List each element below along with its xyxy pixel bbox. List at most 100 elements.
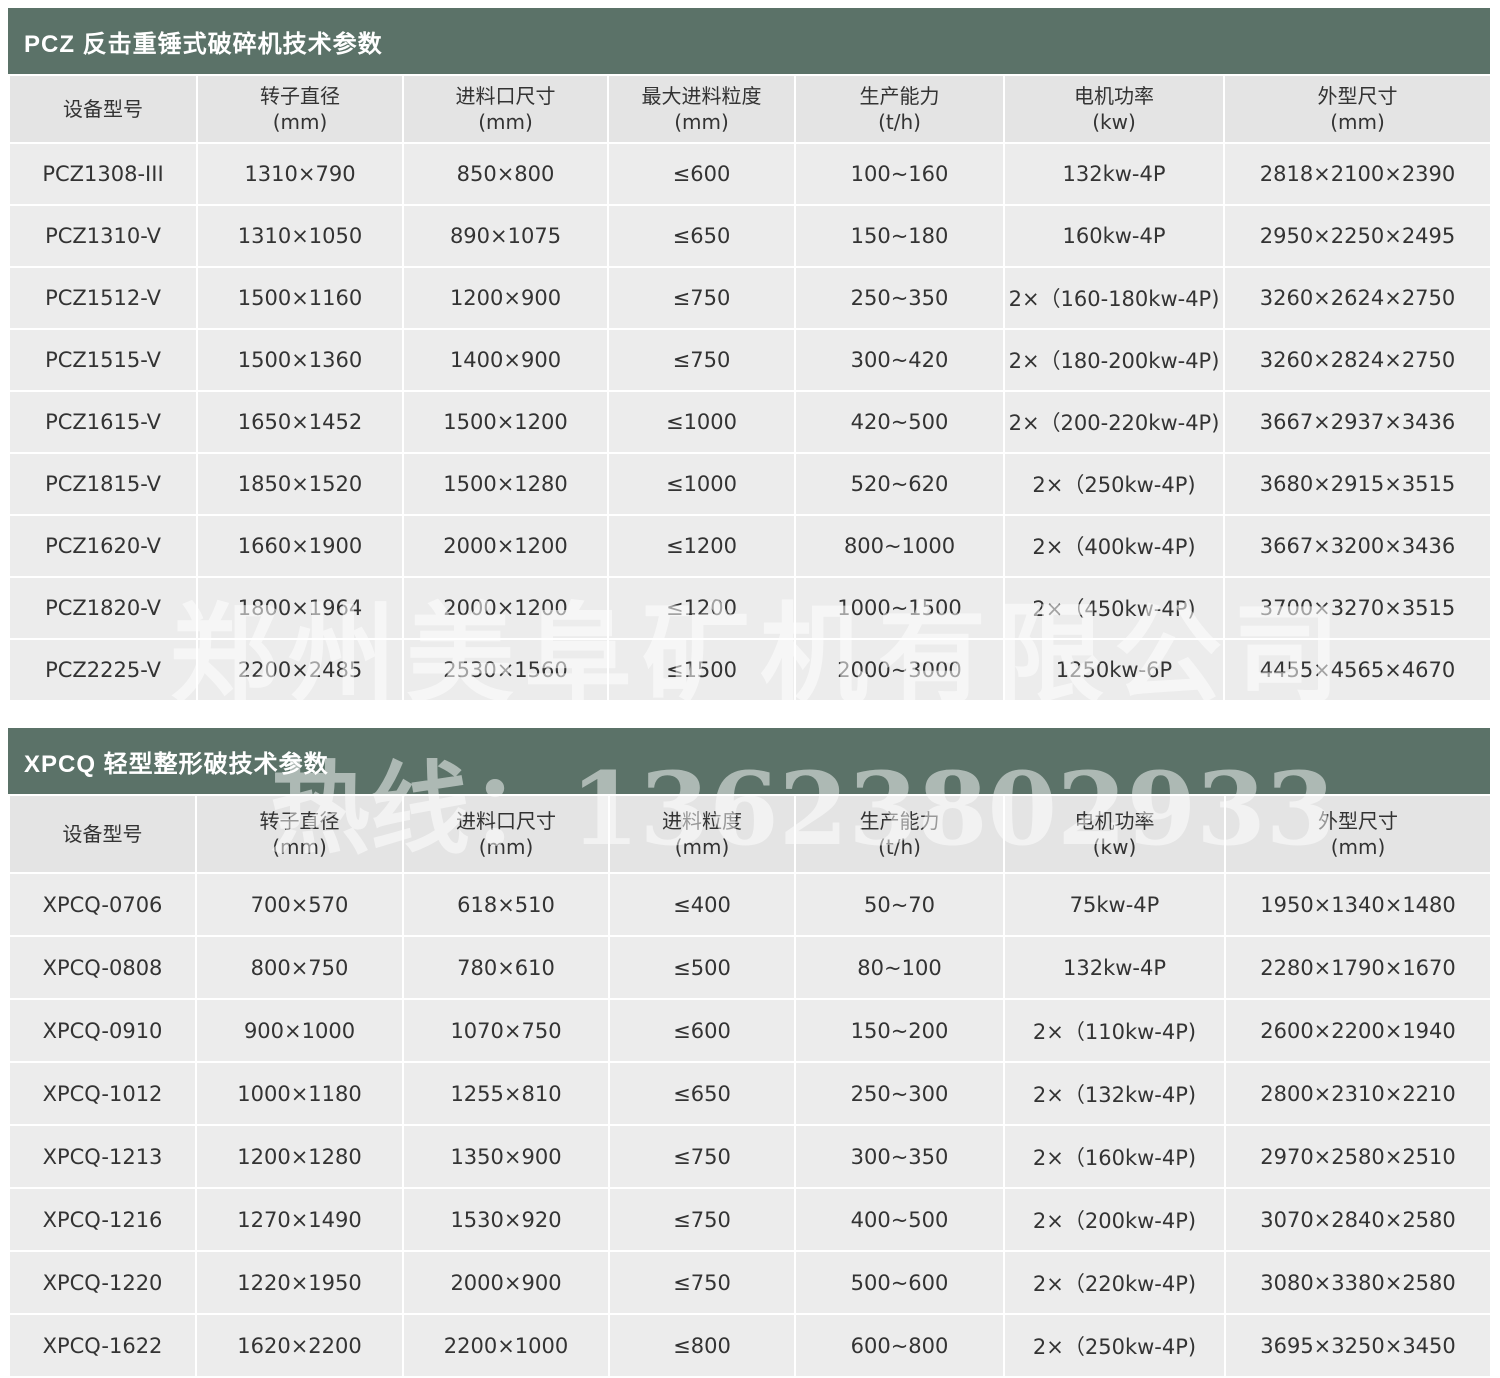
table-row: PCZ1308-III 1310×790 850×800 ≤600 100~160 132…: [8, 142, 1492, 206]
spec-cell: 3080×3380×2580: [1224, 1250, 1492, 1315]
spec-cell: ≤650: [607, 204, 796, 268]
spec-cell: 2000~3000: [794, 638, 1005, 702]
spec-cell: 4455×4565×4670: [1223, 638, 1492, 702]
spec-cell: ≤1200: [607, 576, 796, 640]
spec-cell: 2×（200kw-4P): [1003, 1187, 1226, 1252]
spec-cell: 75kw-4P: [1003, 872, 1226, 937]
model-cell: XPCQ-0910: [8, 998, 197, 1063]
spec-cell: 132kw-4P: [1003, 935, 1226, 1000]
column-header: 生产能力 (t/h): [794, 794, 1005, 874]
model-cell: XPCQ-1213: [8, 1124, 197, 1189]
spec-cell: 1400×900: [402, 328, 609, 392]
table-header-row: 设备型号 转子直径 (mm) 进料口尺寸 (mm) 最大进料粒度 (mm) 生产能力 (t/h)…: [8, 74, 1492, 144]
spec-cell: ≤750: [607, 328, 796, 392]
table-row: PCZ1512-V 1500×1160 1200×900 ≤750 250~350 2×（…: [8, 266, 1492, 330]
spec-cell: ≤1000: [607, 390, 796, 454]
spec-cell: 1310×790: [196, 142, 404, 206]
spec-cell: 3260×2824×2750: [1223, 328, 1492, 392]
table-header-row: 设备型号 转子直径 (mm) 进料口尺寸 (mm) 进料粒度 (mm) 生产能力 (t/h) 电机…: [8, 794, 1492, 874]
table-row: XPCQ-0910 900×1000 1070×750 ≤600 150~200 2×（1…: [8, 998, 1492, 1063]
spec-cell: 2×（160-180kw-4P): [1003, 266, 1225, 330]
column-header: 最大进料粒度 (mm): [607, 74, 796, 144]
spec-cell: 500~600: [794, 1250, 1005, 1315]
spec-cell: 2800×2310×2210: [1224, 1061, 1492, 1126]
spec-cell: 250~350: [794, 266, 1005, 330]
column-header-name: 外型尺寸: [1317, 84, 1398, 108]
column-header-unit: (mm): [478, 110, 533, 134]
spec-cell: 1850×1520: [196, 452, 404, 516]
spec-cell: 1070×750: [402, 998, 610, 1063]
table-row: PCZ1515-V 1500×1360 1400×900 ≤750 300~420 2×（…: [8, 328, 1492, 392]
spec-cell: 420~500: [794, 390, 1005, 454]
table-row: XPCQ-0808 800×750 780×610 ≤500 80~100 132kw-4…: [8, 935, 1492, 1000]
column-header-unit: (t/h): [878, 835, 921, 859]
table-row: PCZ1815-V 1850×1520 1500×1280 ≤1000 520~620 2…: [8, 452, 1492, 516]
spec-cell: ≤1200: [607, 514, 796, 578]
spec-cell: ≤1500: [607, 638, 796, 702]
model-cell: XPCQ-0706: [8, 872, 197, 937]
spec-cell: ≤750: [607, 266, 796, 330]
spec-cell: 1530×920: [402, 1187, 610, 1252]
table-row: PCZ2225-V 2200×2485 2530×1560 ≤1500 2000~300…: [8, 638, 1492, 702]
spec-cell: 2000×1200: [402, 576, 609, 640]
spec-cell: ≤1000: [607, 452, 796, 516]
column-header: 转子直径 (mm): [196, 74, 404, 144]
spec-cell: 250~300: [794, 1061, 1005, 1126]
column-header-unit: (mm): [478, 835, 534, 859]
spec-cell: 1660×1900: [196, 514, 404, 578]
spec-cell: 890×1075: [402, 204, 609, 268]
spec-cell: 300~420: [794, 328, 1005, 392]
spec-cell: 2×（132kw-4P): [1003, 1061, 1226, 1126]
model-cell: PCZ1820-V: [8, 576, 198, 640]
spec-cell: 300~350: [794, 1124, 1005, 1189]
model-cell: XPCQ-0808: [8, 935, 197, 1000]
spec-cell: 800~1000: [794, 514, 1005, 578]
model-cell: XPCQ-1622: [8, 1313, 197, 1378]
model-cell: PCZ1620-V: [8, 514, 198, 578]
column-header-unit: (kw): [1092, 835, 1137, 859]
column-header-name: 进料口尺寸: [455, 84, 556, 108]
column-header-name: 转子直径: [259, 809, 340, 833]
spec-cell: 2818×2100×2390: [1223, 142, 1492, 206]
spec-cell: 3695×3250×3450: [1224, 1313, 1492, 1378]
spec-cell: 2970×2580×2510: [1224, 1124, 1492, 1189]
column-header: 转子直径 (mm): [195, 794, 404, 874]
table-row: PCZ1620-V 1660×1900 2000×1200 ≤1200 800~1000…: [8, 514, 1492, 578]
spec-cell: 1270×1490: [195, 1187, 404, 1252]
column-header-unit: (mm): [1330, 835, 1386, 859]
model-cell: PCZ1512-V: [8, 266, 198, 330]
spec-cell: 600~800: [794, 1313, 1005, 1378]
spec-cell: 520~620: [794, 452, 1005, 516]
model-cell: PCZ2225-V: [8, 638, 198, 702]
column-header-unit: (mm): [272, 835, 327, 859]
table-row: XPCQ-1622 1620×2200 2200×1000 ≤800 600~800 2×…: [8, 1313, 1492, 1378]
spec-cell: 3680×2915×3515: [1223, 452, 1492, 516]
spec-cell: ≤600: [607, 142, 796, 206]
column-header-unit: (kw): [1092, 110, 1136, 134]
xpcq-section-title: XPCQ 轻型整形破技术参数: [8, 728, 1490, 794]
spec-cell: 150~180: [794, 204, 1005, 268]
spec-cell: 2×（180-200kw-4P): [1003, 328, 1225, 392]
spec-cell: 1220×1950: [195, 1250, 404, 1315]
spec-cell: ≤750: [608, 1250, 796, 1315]
spec-cell: 2×（200-220kw-4P): [1003, 390, 1225, 454]
table-row: XPCQ-1216 1270×1490 1530×920 ≤750 400~500 2×（…: [8, 1187, 1492, 1252]
pcz-spec-section: PCZ 反击重锤式破碎机技术参数 设备型号 转子直径 (mm) 进料口尺寸 (mm) 最大…: [8, 8, 1492, 702]
spec-cell: 2×（250kw-4P): [1003, 1313, 1226, 1378]
spec-cell: 3667×2937×3436: [1223, 390, 1492, 454]
spec-cell: 1650×1452: [196, 390, 404, 454]
spec-cell: 132kw-4P: [1003, 142, 1225, 206]
model-cell: PCZ1308-III: [8, 142, 198, 206]
spec-cell: ≤800: [608, 1313, 796, 1378]
spec-cell: 1500×1200: [402, 390, 609, 454]
spec-cell: 2950×2250×2495: [1223, 204, 1492, 268]
spec-cell: ≤500: [608, 935, 796, 1000]
pcz-spec-table: 设备型号 转子直径 (mm) 进料口尺寸 (mm) 最大进料粒度 (mm) 生产能力 (t/h)…: [8, 74, 1492, 702]
spec-cell: 900×1000: [195, 998, 404, 1063]
spec-cell: 2×（220kw-4P): [1003, 1250, 1226, 1315]
spec-cell: 2200×2485: [196, 638, 404, 702]
spec-cell: 2000×900: [402, 1250, 610, 1315]
spec-cell: ≤750: [608, 1124, 796, 1189]
model-cell: PCZ1515-V: [8, 328, 198, 392]
spec-cell: 1500×1160: [196, 266, 404, 330]
